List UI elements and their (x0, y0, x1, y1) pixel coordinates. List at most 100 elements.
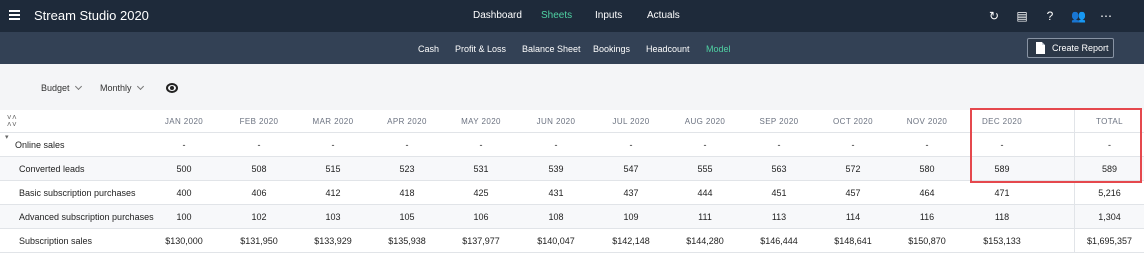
column-header: AUG 2020 (684, 116, 726, 126)
table-cell: 539 (548, 163, 564, 174)
chevron-down-icon (74, 82, 82, 91)
table-cell: $1,695,357 (1074, 229, 1144, 252)
table-cell: - (629, 139, 633, 150)
menu-icon[interactable] (9, 10, 20, 20)
top-navigation-bar: Stream Studio 2020 Dashboard Sheets Inpu… (0, 0, 1144, 32)
create-report-label: Create Report (1052, 43, 1109, 53)
app-title: Stream Studio 2020 (34, 8, 149, 23)
create-report-icon (1036, 42, 1045, 54)
table-cell: 1,304 (1074, 205, 1144, 228)
create-report-button[interactable]: Create Report (1027, 38, 1114, 58)
refresh-icon[interactable]: ↻ (987, 9, 1001, 23)
table-cell: 500 (176, 163, 192, 174)
column-header: FEB 2020 (239, 116, 279, 126)
table-cell: 103 (325, 211, 341, 222)
table-cell: 108 (548, 211, 564, 222)
row-label[interactable]: Online sales (0, 133, 150, 156)
tab-bookings[interactable]: Bookings (593, 44, 630, 54)
column-header: JUL 2020 (612, 116, 650, 126)
table-cell: 406 (251, 187, 267, 198)
column-header: DEC 2020 (981, 116, 1023, 126)
table-cell: 102 (251, 211, 267, 222)
table-cell: - (851, 139, 855, 150)
tab-sheets[interactable]: Sheets (541, 10, 572, 21)
table-cell: 5,216 (1074, 181, 1144, 204)
tab-actuals[interactable]: Actuals (647, 10, 680, 21)
table-cell: 425 (473, 187, 489, 198)
table-cell: 418 (399, 187, 415, 198)
people-icon[interactable]: 👥 (1071, 9, 1086, 23)
table-row: Basic subscription purchases 400 406 412 41… (0, 181, 1144, 205)
table-cell: - (554, 139, 558, 150)
table-cell: $133,929 (314, 235, 352, 246)
table-cell: 555 (697, 163, 713, 174)
table-cell: 589 (994, 163, 1010, 174)
table-cell: $153,133 (983, 235, 1021, 246)
table-cell: 572 (845, 163, 861, 174)
table-cell: 106 (473, 211, 489, 222)
column-header: OCT 2020 (833, 116, 873, 126)
table-cell: $150,870 (908, 235, 946, 246)
period-value: Monthly (100, 83, 132, 93)
table-row: ▾ Online sales ------------- (0, 133, 1144, 157)
period-dropdown[interactable]: Monthly (100, 82, 144, 93)
table-cell: - (405, 139, 409, 150)
table-cell: - (1000, 139, 1004, 150)
table-cell: 547 (623, 163, 639, 174)
table-cell: 109 (623, 211, 639, 222)
table-cell: 523 (399, 163, 415, 174)
table-cell: - (777, 139, 781, 150)
table-cell: 431 (548, 187, 564, 198)
tab-model[interactable]: Model (706, 44, 731, 54)
tab-cash[interactable]: Cash (418, 44, 439, 54)
table-cell: $135,938 (388, 235, 426, 246)
table-cell: $148,641 (834, 235, 872, 246)
tab-balance-sheet[interactable]: Balance Sheet (522, 44, 581, 54)
table-cell: 589 (1074, 157, 1144, 180)
column-header: JAN 2020 (164, 116, 204, 126)
table-row: Converted leads 500 508 515 523 531 539 547 555… (0, 157, 1144, 181)
table-cell: 400 (176, 187, 192, 198)
table-cell: $144,280 (686, 235, 724, 246)
table-cell: 464 (919, 187, 935, 198)
scenario-dropdown[interactable]: Budget (41, 82, 82, 93)
table-cell: $142,148 (612, 235, 650, 246)
row-label[interactable]: Converted leads (0, 157, 150, 180)
more-icon[interactable]: ⋯ (1099, 9, 1113, 23)
table-cell: - (182, 139, 186, 150)
table-cell: 116 (919, 211, 935, 222)
table-cell: 100 (176, 211, 192, 222)
table-cell: 118 (994, 211, 1010, 222)
eye-icon[interactable] (166, 83, 178, 93)
row-label[interactable]: Subscription sales (0, 229, 150, 252)
document-icon[interactable]: ▤ (1015, 9, 1029, 23)
model-table: ˅˄ ˄˅ JAN 2020 FEB 2020 MAR 2020 APR 2020… (0, 110, 1144, 253)
table-cell: 563 (771, 163, 787, 174)
table-cell: - (1074, 133, 1144, 156)
tab-headcount[interactable]: Headcount (646, 44, 690, 54)
table-cell: $140,047 (537, 235, 575, 246)
row-label[interactable]: Advanced subscription purchases (0, 205, 154, 228)
row-label[interactable]: Basic subscription purchases (0, 181, 150, 204)
column-header: MAY 2020 (461, 116, 501, 126)
table-row: Advanced subscription purchases 100 102 10… (0, 205, 1144, 229)
table-cell: 457 (845, 187, 861, 198)
table-cell: $131,950 (240, 235, 278, 246)
chevron-down-icon (136, 82, 144, 91)
column-header: MAR 2020 (312, 116, 354, 126)
tab-dashboard[interactable]: Dashboard (473, 10, 522, 21)
table-cell: $130,000 (165, 235, 203, 246)
sort-icon[interactable]: ˅˄ ˄˅ (4, 114, 20, 130)
table-cell: 508 (251, 163, 267, 174)
table-cell: 515 (325, 163, 341, 174)
tab-profit-loss[interactable]: Profit & Loss (455, 44, 506, 54)
tab-inputs[interactable]: Inputs (595, 10, 622, 21)
table-header-row: ˅˄ ˄˅ JAN 2020 FEB 2020 MAR 2020 APR 2020… (0, 110, 1144, 133)
table-cell: - (257, 139, 261, 150)
column-header: APR 2020 (387, 116, 427, 126)
table-cell: $146,444 (760, 235, 798, 246)
table-cell: 113 (771, 211, 787, 222)
table-cell: 437 (623, 187, 639, 198)
column-header: TOTAL (1074, 110, 1144, 132)
help-icon[interactable]: ? (1043, 9, 1057, 23)
